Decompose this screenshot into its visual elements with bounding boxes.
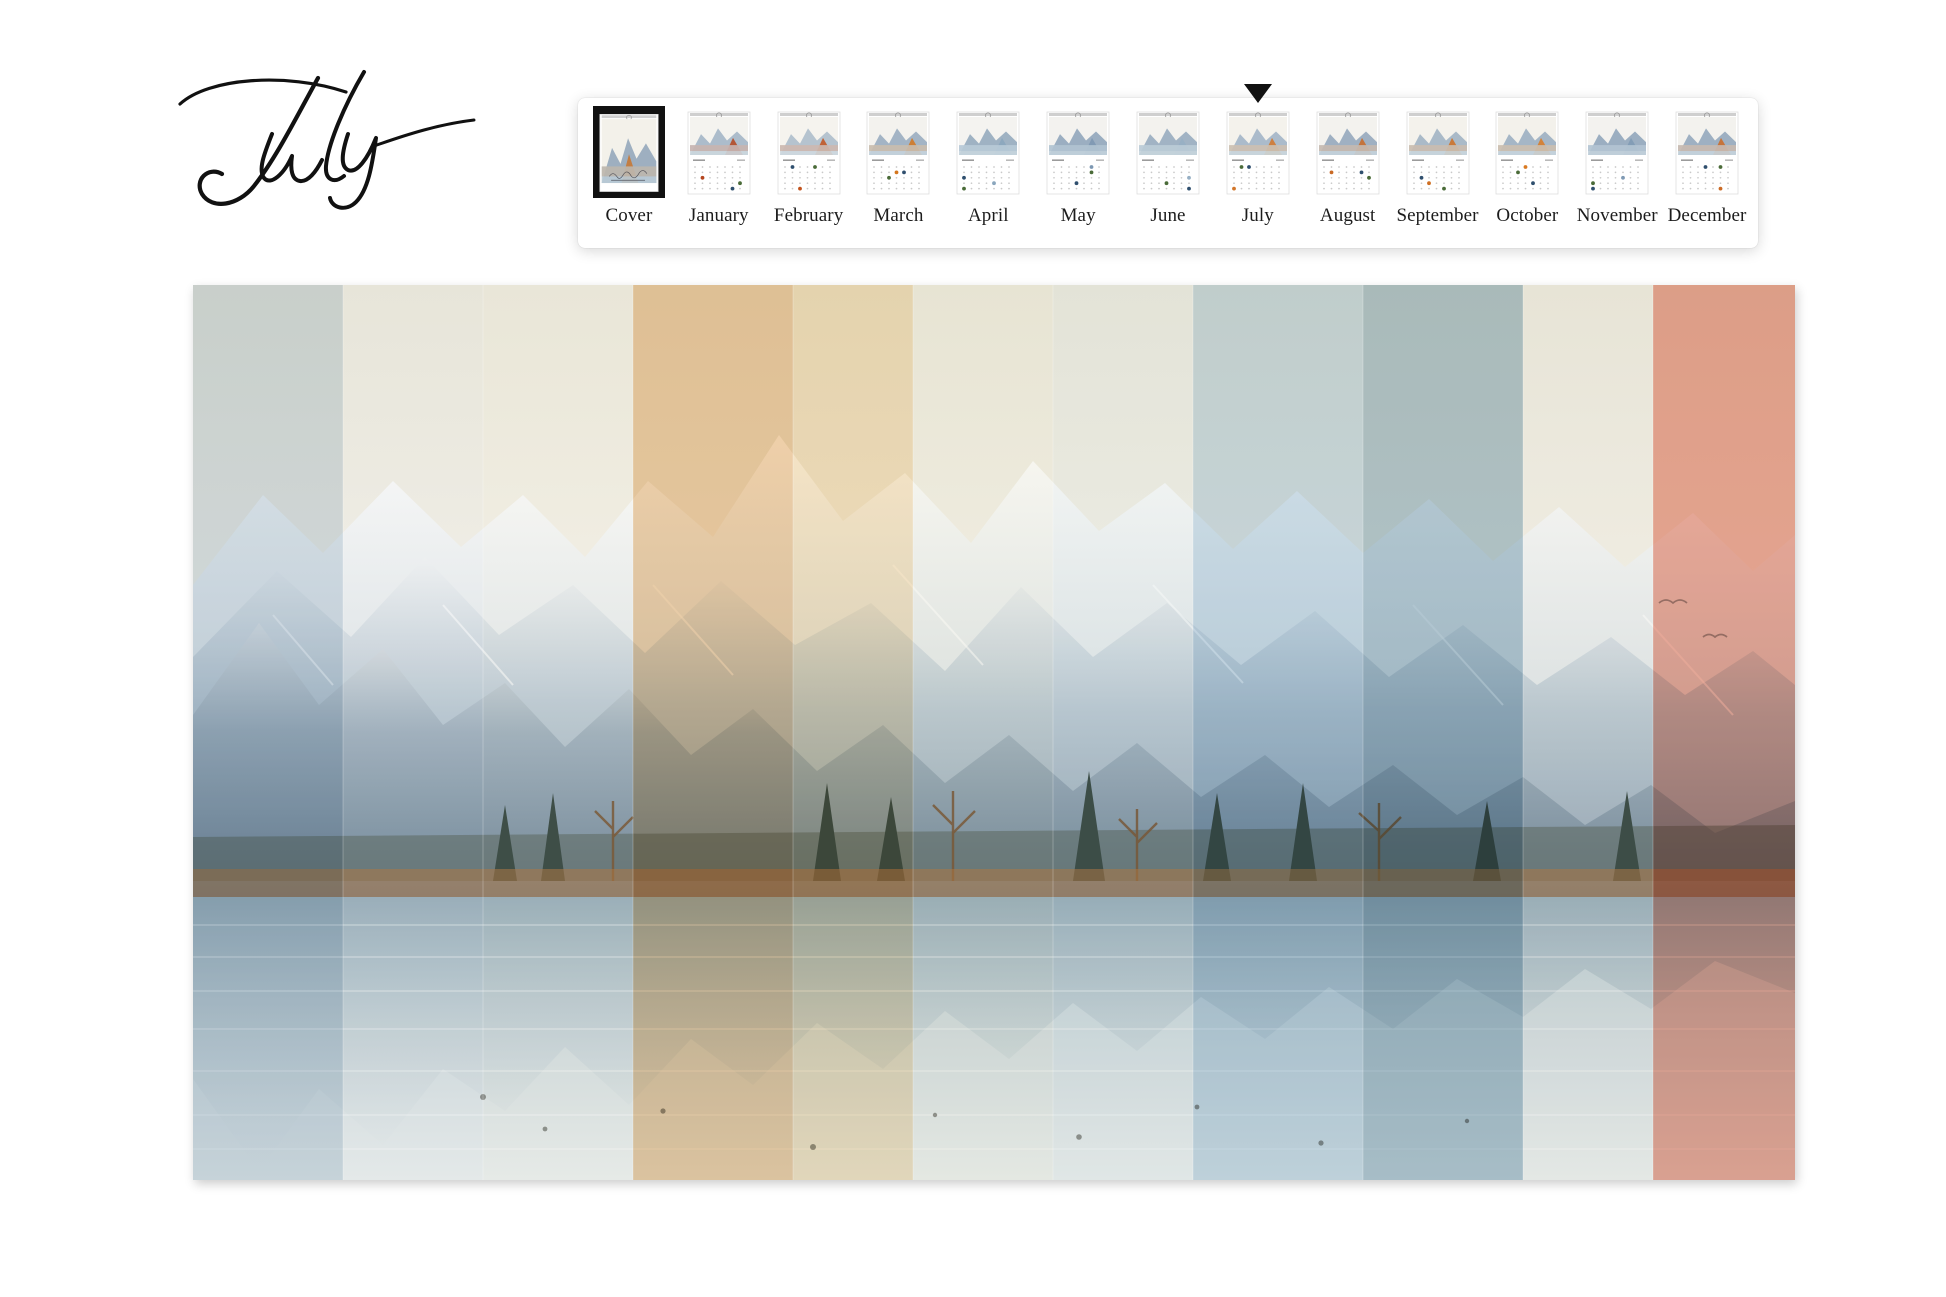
thumbnail-item-january[interactable]: January [674, 106, 764, 225]
thumbnail-label: January [688, 205, 749, 226]
panel-tint-overlays [193, 285, 1795, 1180]
artwork-panel-crimson [1653, 285, 1795, 1180]
thumbnail-label: August [1319, 205, 1376, 226]
thumbnail-frame[interactable] [1671, 106, 1743, 198]
mountain-lake-artwork [193, 285, 1795, 1180]
thumbnail-label: June [1150, 205, 1186, 226]
thumbnail-label: Cover [605, 205, 653, 226]
thumbnail-item-cover[interactable]: Cover [584, 106, 674, 225]
calendar-page-thumbnail-art [1675, 111, 1739, 195]
artwork-panel-pale-grey [343, 285, 483, 1180]
thumbnail-item-november[interactable]: November [1572, 106, 1662, 225]
thumbnail-item-may[interactable]: May [1033, 106, 1123, 225]
thumbnail-label: March [873, 205, 924, 226]
thumbnail-item-march[interactable]: March [854, 106, 944, 225]
thumbnail-frame[interactable] [1402, 106, 1474, 198]
artwork-panel-amber [633, 285, 793, 1180]
thumbnail-frame[interactable] [1491, 106, 1563, 198]
month-title-script: July [178, 70, 476, 210]
calendar-page-thumbnail-art [687, 111, 751, 195]
calendar-page-thumbnail-art [1585, 111, 1649, 195]
thumbnail-label: October [1496, 205, 1559, 226]
thumbnail-frame[interactable] [1042, 106, 1114, 198]
thumbnail-label: December [1667, 205, 1747, 226]
page-title: July [168, 62, 528, 212]
calendar-page-thumbnail-strip[interactable]: Cover January February March April May June Jul… [578, 84, 1758, 248]
artwork-panel-deep-blue [1363, 285, 1523, 1180]
calendar-page-thumbnail-art [1136, 111, 1200, 195]
calendar-page-thumbnail-art [867, 111, 930, 195]
current-page-pointer-icon [1243, 84, 1272, 103]
artwork-panel-golden [793, 285, 913, 1180]
thumbnail-item-april[interactable]: April [943, 106, 1033, 225]
calendar-page-thumbnail-art [1496, 111, 1559, 195]
thumbnail-frame[interactable] [773, 106, 845, 198]
thumbnail-frame[interactable] [862, 106, 934, 198]
thumbnail-item-december[interactable]: December [1662, 106, 1752, 225]
calendar-page-thumbnail-art [956, 111, 1020, 195]
thumbnail-frame[interactable] [1312, 106, 1384, 198]
thumbnail-frame[interactable] [1581, 106, 1653, 198]
thumbnail-frame[interactable] [1132, 106, 1204, 198]
main-calendar-preview-image[interactable] [193, 285, 1795, 1180]
thumbnail-label: July [1241, 205, 1274, 226]
thumbnail-label: November [1576, 205, 1658, 226]
artwork-panel-mist [1053, 285, 1193, 1180]
artwork-panel-sand [913, 285, 1053, 1180]
thumbnail-frame[interactable] [1222, 106, 1294, 198]
thumbnail-item-february[interactable]: February [764, 106, 854, 225]
thumbnail-item-september[interactable]: September [1393, 106, 1483, 225]
thumbnail-label: February [773, 205, 844, 226]
artwork-panel-cool-blue [193, 285, 343, 1180]
calendar-page-thumbnail-art [777, 111, 840, 195]
artwork-panel-sky-blue [1193, 285, 1363, 1180]
thumbnail-item-october[interactable]: October [1482, 106, 1572, 225]
calendar-page-thumbnail-art [1226, 111, 1290, 195]
thumbnail-item-august[interactable]: August [1303, 106, 1393, 225]
thumbnail-item-june[interactable]: June [1123, 106, 1213, 225]
thumbnail-item-july[interactable]: July [1213, 84, 1303, 226]
cover-thumbnail-art [599, 114, 659, 192]
artwork-panel-cream [1523, 285, 1653, 1180]
thumbnail-label: September [1396, 205, 1479, 226]
selected-thumbnail-frame[interactable] [592, 106, 665, 198]
calendar-page-thumbnail-art [1046, 111, 1110, 195]
artwork-panel-ivory [483, 285, 633, 1180]
thumbnail-frame[interactable] [952, 106, 1024, 198]
calendar-page-thumbnail-art [1316, 111, 1380, 195]
thumbnail-frame[interactable] [683, 106, 755, 198]
thumbnail-label: April [967, 205, 1009, 226]
thumbnail-label: May [1060, 205, 1096, 226]
calendar-page-thumbnail-art [1406, 111, 1469, 195]
